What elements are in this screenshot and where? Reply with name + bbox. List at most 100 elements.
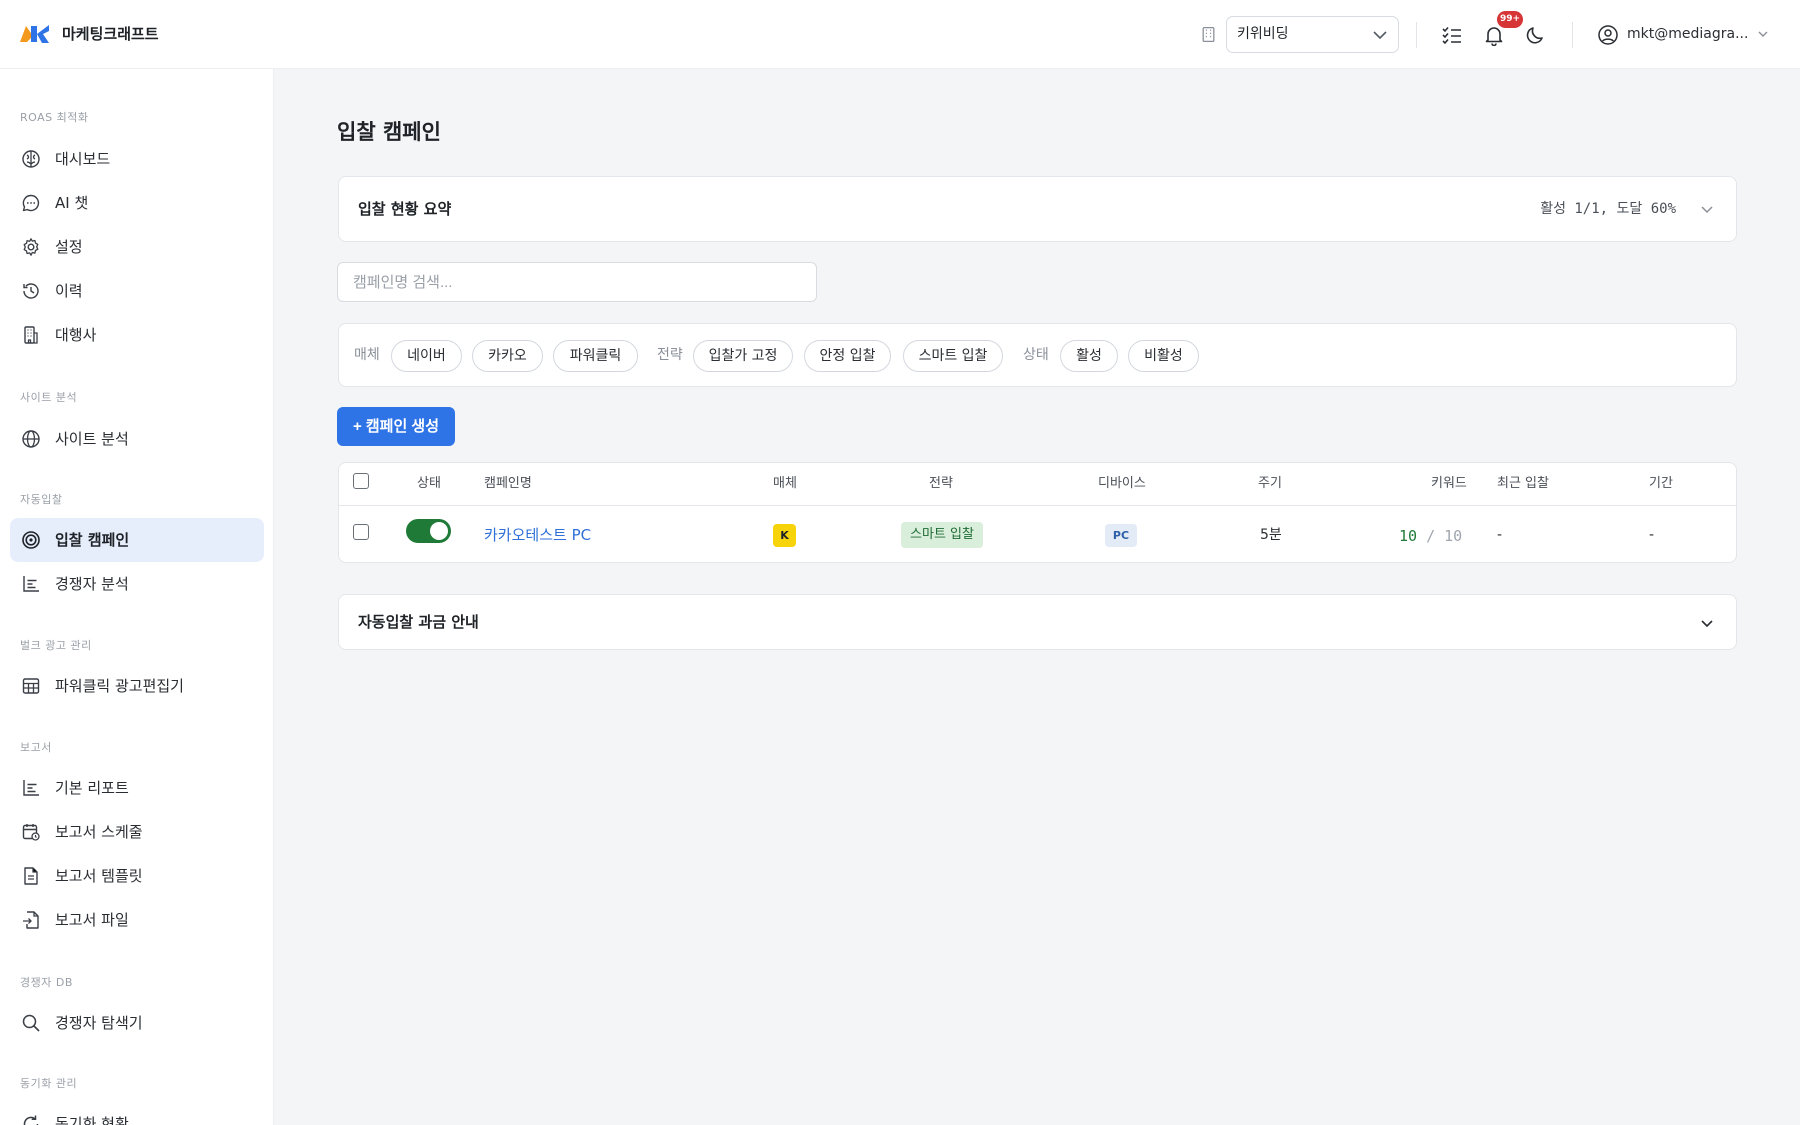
account-select[interactable]: 키위비딩 bbox=[1226, 16, 1399, 53]
column-header-keywords[interactable]: 키워드 bbox=[1431, 463, 1467, 505]
keywords-reached: 10 bbox=[1399, 527, 1418, 545]
filter-label-status: 상태 bbox=[1023, 347, 1049, 363]
file-import-icon bbox=[23, 911, 39, 929]
sidebar-item-basic-report[interactable]: 기본 리포트 bbox=[10, 766, 264, 810]
create-campaign-button[interactable]: + 캠페인 생성 bbox=[337, 407, 455, 446]
chart-icon bbox=[23, 576, 39, 592]
sidebar-item-report-schedule[interactable]: 보고서 스케줄 bbox=[10, 810, 264, 854]
table-header: 상태 캠페인명 매체 전략 디바이스 주기 키워드 최근 입찰 기간 bbox=[339, 463, 1736, 506]
filter-label-media: 매체 bbox=[354, 347, 380, 363]
logo-icon[interactable] bbox=[19, 22, 51, 46]
history-icon bbox=[23, 283, 39, 299]
checklist-icon[interactable] bbox=[1441, 24, 1463, 46]
kakao-media-icon: K bbox=[773, 524, 796, 547]
sidebar-item-competitor-analysis[interactable]: 경쟁자 분석 bbox=[10, 562, 264, 606]
sidebar-item-label: 이력 bbox=[55, 282, 83, 300]
select-all-checkbox[interactable] bbox=[353, 473, 369, 489]
sidebar-item-label: AI 챗 bbox=[55, 194, 89, 212]
target-icon bbox=[22, 531, 40, 549]
notification-badge: 99+ bbox=[1497, 11, 1524, 28]
sidebar-item-settings[interactable]: 설정 bbox=[10, 225, 264, 269]
column-header-cycle[interactable]: 주기 bbox=[1258, 463, 1282, 505]
sidebar-section-title: 벌크 광고 관리 bbox=[20, 639, 92, 652]
file-icon bbox=[24, 867, 38, 885]
filter-chip-inactive[interactable]: 비활성 bbox=[1128, 340, 1199, 372]
user-email[interactable]: mkt@mediagra... bbox=[1627, 22, 1747, 46]
account-select-value: 키위비딩 bbox=[1237, 26, 1289, 42]
summary-panel[interactable]: 입찰 현황 요약 활성 1/1, 도달 60% bbox=[338, 176, 1737, 242]
campaign-name-link[interactable]: 카카오테스트 PC bbox=[484, 507, 591, 563]
sidebar-item-powerclick-editor[interactable]: 파워클릭 광고편집기 bbox=[10, 664, 264, 708]
top-bar: 마케팅크래프트 키위비딩 99+ mkt@mediagra... bbox=[0, 0, 1800, 69]
device-badge: PC bbox=[1105, 524, 1137, 547]
sidebar-item-dashboard[interactable]: 대시보드 bbox=[10, 137, 264, 181]
filter-chip-naver[interactable]: 네이버 bbox=[391, 340, 462, 372]
sidebar-item-label: 입찰 캠페인 bbox=[55, 531, 130, 549]
chat-icon bbox=[22, 194, 40, 212]
period-value: - bbox=[1649, 527, 1655, 543]
sidebar-item-history[interactable]: 이력 bbox=[10, 269, 264, 313]
filter-bar: 매체 네이버 카카오 파워클릭 전략 입찰가 고정 안정 입찰 스마트 입찰 상… bbox=[338, 323, 1737, 387]
building-icon bbox=[1202, 26, 1215, 43]
sidebar-section-title: 보고서 bbox=[20, 741, 52, 754]
sidebar-section-title: 사이트 분석 bbox=[20, 391, 78, 404]
column-header-status[interactable]: 상태 bbox=[417, 463, 441, 505]
keyword-count: 10 / 10 bbox=[1399, 508, 1462, 564]
column-header-last-bid[interactable]: 최근 입찰 bbox=[1497, 463, 1549, 505]
sidebar-section-title: ROAS 최적화 bbox=[20, 111, 89, 124]
sidebar-item-ai-chat[interactable]: AI 챗 bbox=[10, 181, 264, 225]
filter-chip-fixed-bid[interactable]: 입찰가 고정 bbox=[693, 340, 793, 372]
filter-chip-powerclick[interactable]: 파워클릭 bbox=[553, 340, 638, 372]
column-header-period[interactable]: 기간 bbox=[1649, 463, 1673, 505]
campaign-table: 상태 캠페인명 매체 전략 디바이스 주기 키워드 최근 입찰 기간 카카오테스… bbox=[338, 462, 1737, 563]
sidebar: ROAS 최적화 대시보드 AI 챗 설정 이력 대행사 사이트 분석 사이트 … bbox=[0, 69, 274, 1125]
column-header-device[interactable]: 디바이스 bbox=[1098, 463, 1146, 505]
sidebar-item-report-files[interactable]: 보고서 파일 bbox=[10, 898, 264, 942]
chevron-down-icon[interactable] bbox=[1700, 202, 1714, 216]
filter-chip-smart-bid[interactable]: 스마트 입찰 bbox=[903, 340, 1003, 372]
chevron-down-icon[interactable] bbox=[1700, 616, 1714, 630]
status-toggle[interactable] bbox=[406, 519, 451, 543]
sidebar-section-title: 동기화 관리 bbox=[20, 1077, 78, 1090]
sidebar-item-site-analysis[interactable]: 사이트 분석 bbox=[10, 417, 264, 461]
gear-icon bbox=[23, 238, 39, 256]
refresh-icon bbox=[23, 1115, 39, 1125]
sidebar-item-sync-status[interactable]: 동기화 현황 bbox=[10, 1102, 264, 1125]
column-header-strategy[interactable]: 전략 bbox=[929, 463, 953, 505]
divider bbox=[1416, 22, 1417, 48]
sidebar-item-label: 대시보드 bbox=[55, 150, 111, 168]
last-bid-value: - bbox=[1497, 527, 1503, 543]
sidebar-item-label: 보고서 템플릿 bbox=[55, 867, 143, 885]
sidebar-section-title: 경쟁자 DB bbox=[20, 976, 73, 989]
strategy-badge: 스마트 입찰 bbox=[901, 522, 983, 548]
globe-icon bbox=[22, 430, 40, 448]
sidebar-item-label: 대행사 bbox=[55, 326, 97, 344]
filter-chip-stable-bid[interactable]: 안정 입찰 bbox=[804, 340, 891, 372]
brand-name[interactable]: 마케팅크래프트 bbox=[62, 22, 159, 46]
keywords-separator: / bbox=[1426, 527, 1436, 545]
sidebar-item-bid-campaigns[interactable]: 입찰 캠페인 bbox=[10, 518, 264, 562]
user-icon[interactable] bbox=[1597, 24, 1619, 46]
moon-icon[interactable] bbox=[1525, 24, 1547, 46]
column-header-media[interactable]: 매체 bbox=[773, 463, 797, 505]
row-checkbox[interactable] bbox=[353, 524, 369, 540]
column-header-name[interactable]: 캠페인명 bbox=[484, 463, 532, 505]
calendar-icon bbox=[22, 824, 40, 841]
filter-chip-active[interactable]: 활성 bbox=[1060, 340, 1118, 372]
search-icon bbox=[22, 1014, 40, 1032]
brain-icon bbox=[22, 150, 40, 168]
sidebar-item-competitor-explorer[interactable]: 경쟁자 탐색기 bbox=[10, 1001, 264, 1045]
building-icon bbox=[24, 326, 38, 344]
campaign-search-input[interactable] bbox=[337, 262, 817, 302]
sidebar-item-label: 경쟁자 탐색기 bbox=[55, 1014, 143, 1032]
sidebar-item-label: 동기화 현황 bbox=[55, 1115, 129, 1125]
sidebar-item-label: 설정 bbox=[55, 238, 83, 256]
sidebar-item-label: 보고서 스케줄 bbox=[55, 823, 143, 841]
chevron-down-icon[interactable] bbox=[1757, 28, 1769, 40]
filter-chip-kakao[interactable]: 카카오 bbox=[472, 340, 543, 372]
billing-info-panel[interactable]: 자동입찰 과금 안내 bbox=[338, 594, 1737, 650]
sidebar-item-label: 보고서 파일 bbox=[55, 911, 129, 929]
sidebar-item-agency[interactable]: 대행사 bbox=[10, 313, 264, 357]
sidebar-item-report-template[interactable]: 보고서 템플릿 bbox=[10, 854, 264, 898]
table-icon bbox=[22, 678, 40, 694]
